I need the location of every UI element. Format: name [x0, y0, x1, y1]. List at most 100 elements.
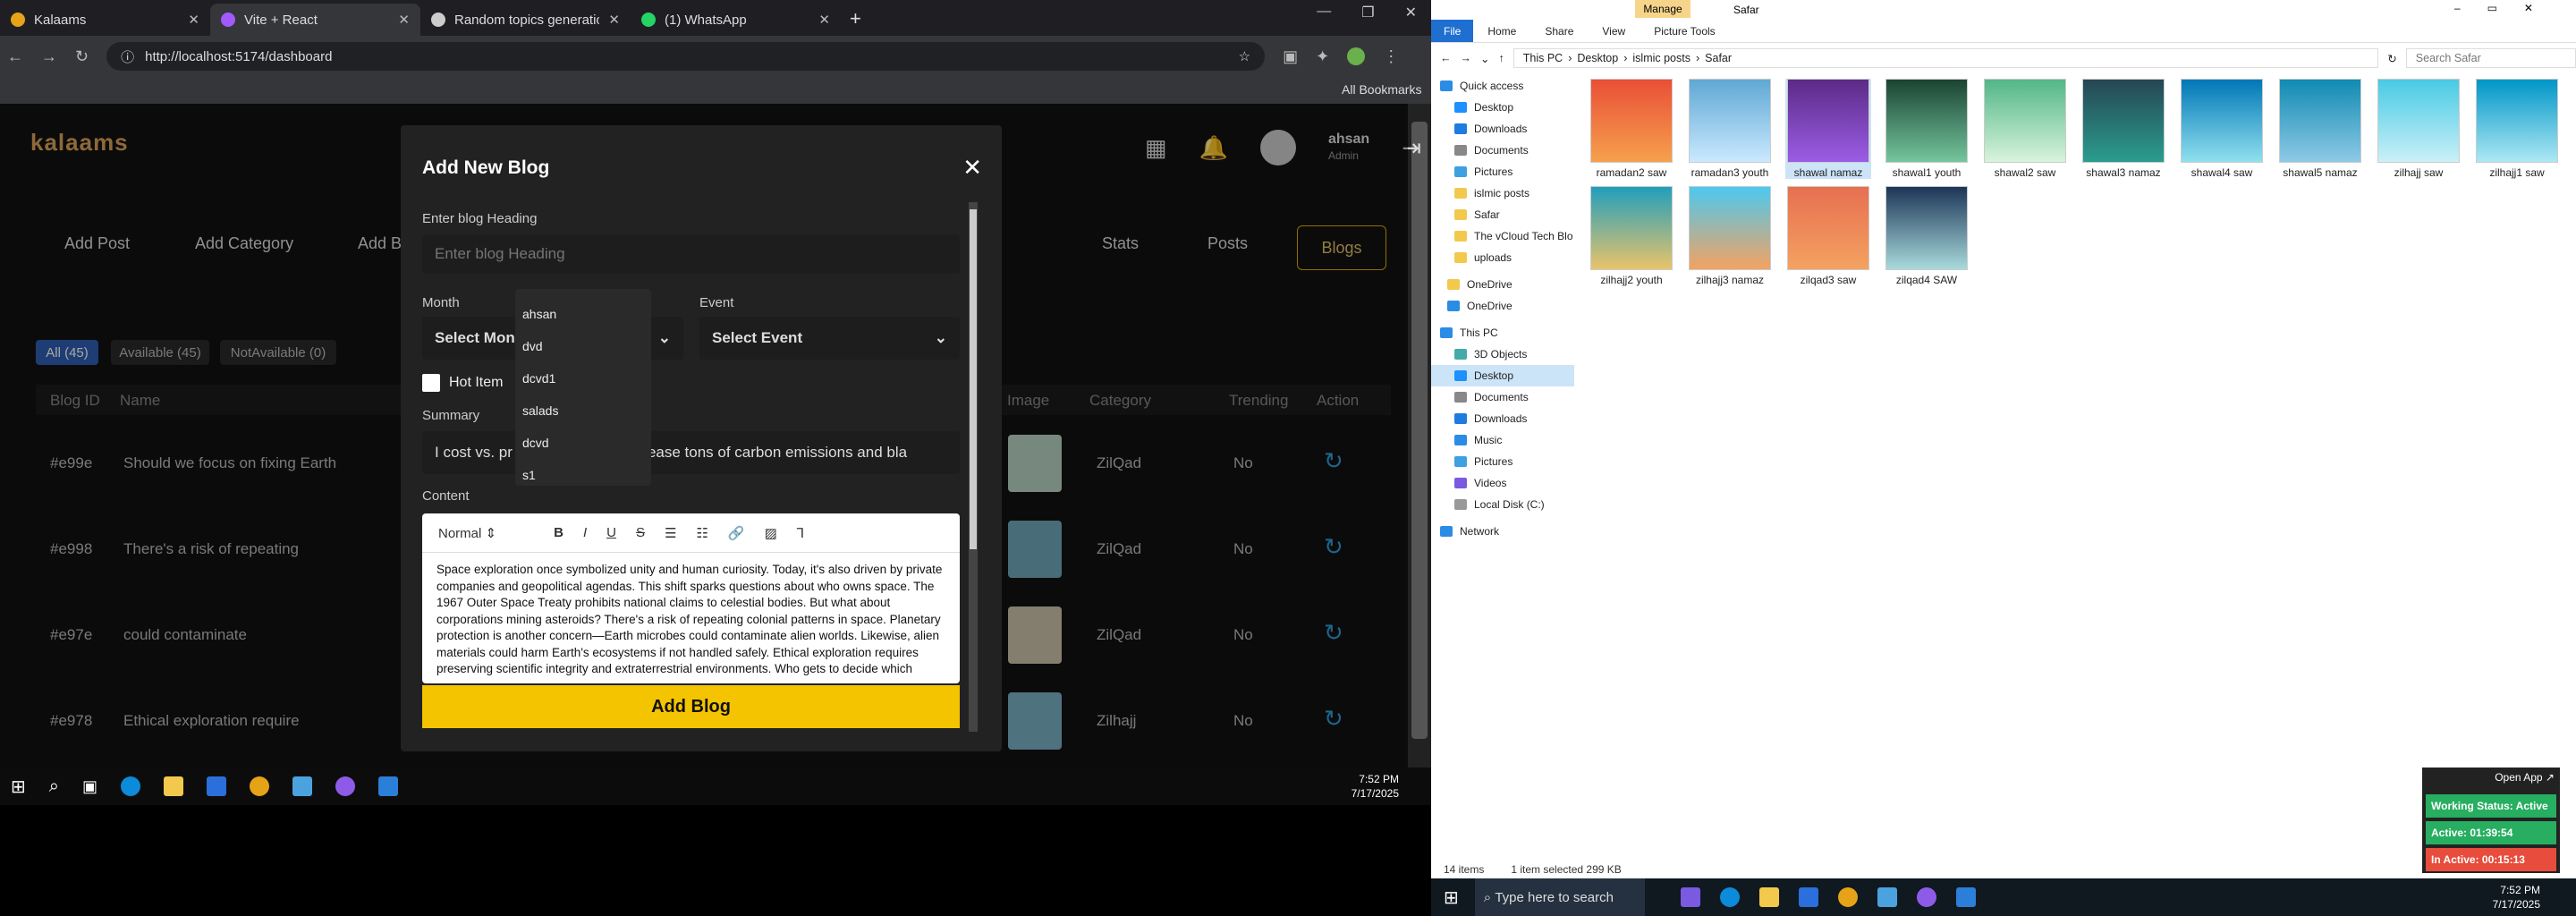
all-bookmarks[interactable]: All Bookmarks — [1342, 82, 1421, 97]
image-file[interactable]: zilhajj1 saw — [2474, 79, 2560, 179]
vscode-icon[interactable] — [1955, 887, 1976, 907]
nav-item[interactable]: Pictures — [1431, 451, 1574, 472]
autocomplete-option[interactable]: ahsan — [515, 298, 651, 330]
puzzle-icon[interactable]: ✦ — [1316, 47, 1329, 66]
hot-item-checkbox[interactable] — [422, 374, 440, 392]
edge-icon[interactable] — [1719, 887, 1740, 907]
nav-item[interactable]: Documents — [1431, 386, 1574, 408]
app-icon[interactable] — [292, 776, 312, 796]
nav-item[interactable]: Network — [1431, 521, 1574, 542]
nav-item[interactable]: Quick access — [1431, 75, 1574, 97]
taskbar-search[interactable]: ⌕ Type here to search — [1474, 878, 1645, 916]
autocomplete-option[interactable]: dcvd — [515, 427, 651, 459]
file-explorer-icon[interactable] — [1758, 887, 1779, 907]
ribbon-view[interactable]: View — [1588, 25, 1640, 38]
nav-item[interactable]: Desktop — [1431, 365, 1574, 386]
new-tab-button[interactable]: + — [841, 7, 870, 36]
content-text[interactable]: Space exploration once symbolized unity … — [422, 553, 960, 678]
close-icon[interactable]: ✕ — [962, 154, 982, 182]
file-explorer-icon[interactable] — [163, 776, 183, 796]
image-file[interactable]: shawal4 saw — [2179, 79, 2265, 179]
ribbon-share[interactable]: Share — [1530, 25, 1588, 38]
nav-item[interactable]: Safar — [1431, 204, 1574, 225]
close-tab-icon[interactable]: ✕ — [398, 12, 410, 28]
nav-item[interactable]: This PC — [1431, 322, 1574, 344]
open-app-link[interactable]: Open App ↗ — [2422, 768, 2560, 787]
ordered-list-icon[interactable]: ☰ — [665, 525, 676, 541]
site-info-icon[interactable]: ⓘ — [121, 47, 134, 66]
nav-item[interactable]: Desktop — [1431, 97, 1574, 118]
close-tab-icon[interactable]: ✕ — [188, 12, 199, 28]
manage-tab[interactable]: Manage — [1635, 0, 1690, 18]
search-icon[interactable]: ⌕ — [49, 776, 59, 797]
modal-scrollbar[interactable] — [969, 202, 978, 732]
path-segment[interactable]: This PC — [1523, 52, 1563, 64]
chrome-icon[interactable] — [249, 776, 269, 796]
forward-icon[interactable]: → — [41, 47, 57, 66]
image-file[interactable]: zilhajj saw — [2376, 79, 2462, 179]
bullet-list-icon[interactable]: ☷ — [696, 525, 708, 541]
nav-item[interactable]: OneDrive — [1431, 295, 1574, 317]
image-file[interactable]: zilqad4 SAW — [1884, 186, 1970, 286]
refresh-icon[interactable]: ↻ — [2387, 52, 2396, 65]
app-icon[interactable] — [1877, 887, 1897, 907]
path-segment[interactable]: Safar — [1705, 52, 1732, 64]
clear-format-icon[interactable]: Ꞁ — [797, 525, 804, 541]
nav-item[interactable]: Documents — [1431, 140, 1574, 161]
bold-icon[interactable]: B — [554, 525, 564, 540]
link-icon[interactable]: 🔗 — [728, 525, 745, 541]
nav-item[interactable]: OneDrive — [1431, 274, 1574, 295]
store-icon[interactable] — [206, 776, 226, 796]
github-icon[interactable] — [335, 776, 355, 796]
left-clock[interactable]: 7:52 PM 7/17/2025 — [1352, 772, 1399, 801]
autocomplete-option[interactable]: salads — [515, 394, 651, 427]
maximize-icon[interactable]: ❐ — [1361, 4, 1374, 21]
tab-random-topics[interactable]: Random topics generation ✕ — [420, 4, 631, 36]
vscode-icon[interactable] — [377, 776, 398, 796]
back-icon[interactable]: ← — [1440, 52, 1452, 64]
nav-item[interactable]: Music — [1431, 429, 1574, 451]
tab-whatsapp[interactable]: (1) WhatsApp ✕ — [631, 4, 841, 36]
store-icon[interactable] — [1798, 887, 1818, 907]
right-clock[interactable]: 7:52 PM 7/17/2025 — [2493, 883, 2540, 912]
ribbon-home[interactable]: Home — [1473, 25, 1530, 38]
image-file[interactable]: shawal2 saw — [1982, 79, 2068, 179]
image-file[interactable]: zilqad3 saw — [1785, 186, 1871, 286]
event-select[interactable]: Select Event ⌄ — [699, 317, 960, 360]
chrome-icon[interactable] — [1837, 887, 1858, 907]
close-tab-icon[interactable]: ✕ — [818, 12, 830, 28]
nav-item[interactable]: Local Disk (C:) — [1431, 494, 1574, 515]
profile-avatar[interactable] — [1347, 47, 1366, 65]
task-view-icon[interactable]: ▣ — [82, 777, 97, 796]
summary-input[interactable]: I cost vs. pr hes release tons of carbon … — [422, 431, 960, 474]
task-view-icon[interactable] — [1680, 887, 1700, 907]
image-file[interactable]: shawal5 namaz — [2277, 79, 2363, 179]
reload-icon[interactable]: ↻ — [75, 47, 89, 66]
window-controls[interactable]: –▭✕ — [2454, 2, 2560, 14]
nav-item[interactable]: islmic posts — [1431, 182, 1574, 204]
tab-kalaams[interactable]: Kalaams ✕ — [0, 4, 210, 36]
nav-item[interactable]: Downloads — [1431, 408, 1574, 429]
image-file[interactable]: ramadan3 youth — [1687, 79, 1773, 179]
search-input[interactable]: Search Safar — [2405, 48, 2576, 68]
image-icon[interactable]: ▨ — [765, 525, 777, 541]
address-bar[interactable]: ⓘ http://localhost:5174/dashboard ☆ — [106, 42, 1266, 71]
image-file[interactable]: ramadan2 saw — [1589, 79, 1674, 179]
autocomplete-option[interactable]: dvd — [515, 330, 651, 362]
page-scrollbar[interactable] — [1408, 104, 1431, 768]
image-file[interactable]: shawal3 namaz — [2080, 79, 2166, 179]
menu-icon[interactable]: ⋮ — [1383, 47, 1399, 66]
nav-item[interactable]: Videos — [1431, 472, 1574, 494]
italic-icon[interactable]: I — [583, 525, 587, 540]
nav-item[interactable]: Downloads — [1431, 118, 1574, 140]
close-icon[interactable]: ✕ — [1405, 4, 1417, 21]
up-icon[interactable]: ↑ — [1498, 52, 1504, 64]
recent-icon[interactable]: ⌄ — [1480, 52, 1489, 65]
autocomplete-option[interactable]: dcvd1 — [515, 362, 651, 394]
format-select[interactable]: Normal ⇕ — [438, 525, 496, 541]
path-segment[interactable]: islmic posts — [1632, 52, 1690, 64]
underline-icon[interactable]: U — [606, 525, 616, 540]
add-blog-button[interactable]: Add Blog — [422, 685, 960, 728]
close-tab-icon[interactable]: ✕ — [608, 12, 620, 28]
forward-icon[interactable]: → — [1461, 52, 1472, 64]
